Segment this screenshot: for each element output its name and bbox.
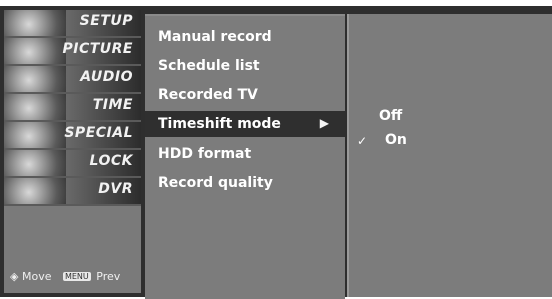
menu-item-label: Manual record [158,29,272,45]
setup-thumbnail-icon [4,10,66,36]
sidebar-item-label: AUDIO [80,69,133,85]
sidebar-item-setup[interactable]: SETUP [4,10,141,38]
option-label: Off [379,108,403,124]
sidebar-item-picture[interactable]: PICTURE [4,38,141,66]
sidebar-item-dvr[interactable]: DVR [4,178,141,206]
navigation-hint: ◈ Move MENU Prev [10,270,120,283]
check-icon: ✓ [357,134,368,148]
menu-item-record-quality[interactable]: Record quality [145,170,345,196]
time-thumbnail-icon [4,94,66,120]
dvr-thumbnail-icon [4,178,66,204]
menu-item-timeshift-mode[interactable]: Timeshift mode ▶ [145,111,345,137]
move-icon: ◈ [10,270,19,283]
sidebar-item-label: SPECIAL [64,125,133,141]
sidebar-item-audio[interactable]: AUDIO [4,66,141,94]
sidebar-item-label: PICTURE [62,41,133,57]
menu-item-label: Schedule list [158,58,260,74]
option-label: On [385,132,407,148]
menu-item-manual-record[interactable]: Manual record [145,24,345,50]
special-thumbnail-icon [4,122,66,148]
menu-item-label: Timeshift mode [158,116,281,132]
option-off[interactable]: Off [379,108,402,124]
picture-thumbnail-icon [4,38,66,64]
sidebar-item-label: DVR [98,181,133,197]
menu-item-hdd-format[interactable]: HDD format [145,141,345,167]
option-on[interactable]: On [385,132,407,148]
menu-item-label: Record quality [158,175,273,191]
sidebar-item-label: TIME [92,97,133,113]
move-label: Move [21,270,52,283]
sidebar-item-lock[interactable]: LOCK [4,150,141,178]
sidebar-item-time[interactable]: TIME [4,94,141,122]
menu-item-recorded-tv[interactable]: Recorded TV [145,82,345,108]
menu-item-label: HDD format [158,146,252,162]
menu-item-label: Recorded TV [158,87,258,103]
menu-item-schedule-list[interactable]: Schedule list [145,53,345,79]
menu-key-icon: MENU [62,272,91,281]
lock-thumbnail-icon [4,150,66,176]
sidebar-item-label: SETUP [79,13,133,29]
audio-thumbnail-icon [4,66,66,92]
submenu-arrow-icon: ▶ [319,116,329,130]
sidebar-item-special[interactable]: SPECIAL [4,122,141,150]
prev-label: Prev [96,270,121,283]
category-sidebar: SETUP PICTURE AUDIO TIME SPECIAL LOCK DV… [4,10,141,293]
timeshift-options-panel: Off ✓ On [347,14,552,297]
dvr-menu: Manual record Schedule list Recorded TV … [145,14,345,299]
sidebar-item-label: LOCK [89,153,133,169]
